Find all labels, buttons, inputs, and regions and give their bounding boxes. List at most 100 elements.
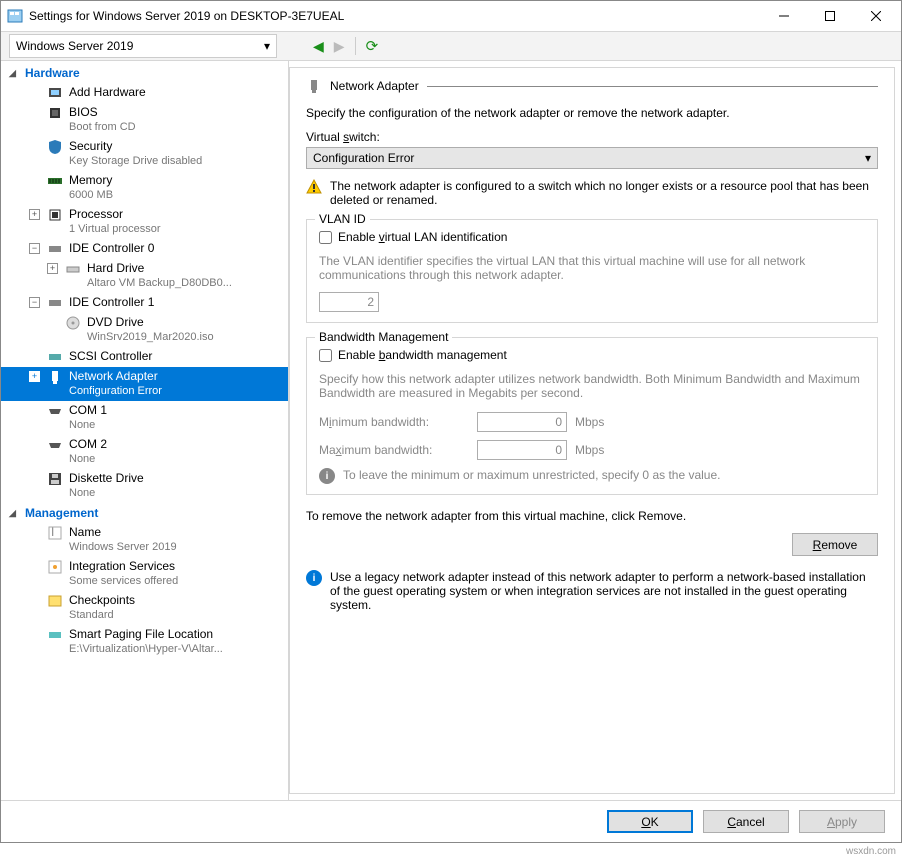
min-bw-label: Minimum bandwidth: [319, 415, 469, 429]
sidebar-item-security[interactable]: SecurityKey Storage Drive disabled [1, 137, 288, 171]
main-area: ◢ Hardware Add Hardware BIOSBoot from CD… [1, 61, 901, 800]
minimize-button[interactable] [761, 1, 807, 31]
bandwidth-groupbox: Bandwidth Management Enable bandwidth ma… [306, 337, 878, 495]
footer: OK Cancel Apply [1, 800, 901, 842]
panel-title: Network Adapter [306, 78, 878, 94]
hdd-icon [65, 261, 81, 277]
sidebar-item-com1[interactable]: COM 1None [1, 401, 288, 435]
sidebar-item-integration[interactable]: Integration ServicesSome services offere… [1, 557, 288, 591]
sidebar-item-ide1[interactable]: − IDE Controller 1 [1, 293, 288, 313]
chevron-down-icon: ▾ [264, 39, 270, 53]
collapse-icon: ◢ [9, 68, 16, 79]
scsi-icon [47, 349, 63, 365]
divider [427, 86, 878, 87]
close-button[interactable] [853, 1, 899, 31]
max-bw-label: Maximum bandwidth: [319, 443, 469, 457]
divider [355, 37, 356, 55]
add-hardware-icon [47, 85, 63, 101]
remove-text: To remove the network adapter from this … [306, 509, 878, 523]
memory-icon [47, 173, 63, 189]
virtual-switch-dropdown[interactable]: Configuration Error ▾ [306, 147, 878, 169]
cancel-button[interactable]: Cancel [703, 810, 789, 833]
sidebar-item-memory[interactable]: Memory6000 MB [1, 171, 288, 205]
sidebar-item-checkpoints[interactable]: CheckpointsStandard [1, 591, 288, 625]
window-title: Settings for Windows Server 2019 on DESK… [29, 9, 761, 23]
titlebar: Settings for Windows Server 2019 on DESK… [1, 1, 901, 31]
svg-text:I: I [51, 525, 54, 539]
vlan-title: VLAN ID [315, 212, 370, 226]
serial-icon [47, 403, 63, 419]
network-icon [47, 369, 63, 385]
paging-icon [47, 627, 63, 643]
expand-icon[interactable]: + [47, 263, 58, 274]
info-icon: i [306, 570, 322, 586]
unit-label: Mbps [575, 415, 604, 429]
min-bandwidth-input[interactable] [477, 412, 567, 432]
name-icon: I [47, 525, 63, 541]
remove-button[interactable]: Remove [792, 533, 878, 556]
collapse-icon[interactable]: − [29, 243, 40, 254]
bw-desc: Specify how this network adapter utilize… [319, 372, 865, 400]
sidebar-item-hard-drive[interactable]: + Hard DriveAltaro VM Backup_D80DB0... [1, 259, 288, 293]
collapse-icon: ◢ [9, 508, 16, 519]
management-section[interactable]: ◢ Management [1, 503, 288, 523]
content-panel: Network Adapter Specify the configuratio… [289, 67, 895, 794]
cpu-icon [47, 207, 63, 223]
sidebar-item-bios[interactable]: BIOSBoot from CD [1, 103, 288, 137]
vlan-checkbox-label: Enable virtual LAN identification [338, 230, 507, 244]
sidebar-item-name[interactable]: INameWindows Server 2019 [1, 523, 288, 557]
app-icon [7, 8, 23, 24]
sidebar[interactable]: ◢ Hardware Add Hardware BIOSBoot from CD… [1, 61, 289, 800]
refresh-icon[interactable]: ⟳ [366, 37, 379, 55]
expand-icon[interactable]: + [29, 371, 40, 382]
sidebar-item-network-adapter[interactable]: + Network AdapterConfiguration Error [1, 367, 288, 401]
shield-icon [47, 139, 63, 155]
sidebar-item-com2[interactable]: COM 2None [1, 435, 288, 469]
maximize-button[interactable] [807, 1, 853, 31]
apply-button[interactable]: Apply [799, 810, 885, 833]
vswitch-label: Virtual switch: [306, 130, 878, 144]
ok-button[interactable]: OK [607, 810, 693, 833]
info-icon: i [319, 468, 335, 484]
legacy-info: i Use a legacy network adapter instead o… [306, 570, 878, 612]
unit-label: Mbps [575, 443, 604, 457]
sidebar-item-ide0[interactable]: − IDE Controller 0 [1, 239, 288, 259]
chip-icon [47, 105, 63, 121]
sidebar-item-add-hardware[interactable]: Add Hardware [1, 83, 288, 103]
bandwidth-checkbox[interactable] [319, 349, 332, 362]
vlan-desc: The VLAN identifier specifies the virtua… [319, 254, 865, 282]
panel-description: Specify the configuration of the network… [306, 106, 878, 120]
integration-icon [47, 559, 63, 575]
sidebar-item-scsi[interactable]: SCSI Controller [1, 347, 288, 367]
vlan-groupbox: VLAN ID Enable virtual LAN identificatio… [306, 219, 878, 323]
bandwidth-checkbox-label: Enable bandwidth management [338, 348, 507, 362]
disc-icon [65, 315, 81, 331]
bw-title: Bandwidth Management [315, 330, 452, 344]
sidebar-item-paging[interactable]: Smart Paging File LocationE:\Virtualizat… [1, 625, 288, 659]
controller-icon [47, 241, 63, 257]
nav-back-icon[interactable]: ◀ [313, 38, 324, 55]
settings-window: Settings for Windows Server 2019 on DESK… [0, 0, 902, 843]
network-icon [306, 78, 322, 94]
watermark: wsxdn.com [846, 846, 896, 857]
sidebar-item-diskette[interactable]: Diskette DriveNone [1, 469, 288, 503]
floppy-icon [47, 471, 63, 487]
vlan-id-input[interactable] [319, 292, 379, 312]
nav-forward-icon[interactable]: ▶ [334, 38, 345, 55]
warning-icon [306, 179, 322, 195]
toolbar: Windows Server 2019 ▾ ◀ ▶ ⟳ [1, 31, 901, 61]
collapse-icon[interactable]: − [29, 297, 40, 308]
sidebar-item-processor[interactable]: + Processor1 Virtual processor [1, 205, 288, 239]
vlan-checkbox[interactable] [319, 231, 332, 244]
controller-icon [47, 295, 63, 311]
sidebar-item-dvd[interactable]: DVD DriveWinSrv2019_Mar2020.iso [1, 313, 288, 347]
expand-icon[interactable]: + [29, 209, 40, 220]
vm-selector-label: Windows Server 2019 [16, 39, 133, 53]
vm-selector[interactable]: Windows Server 2019 ▾ [9, 34, 277, 58]
checkpoint-icon [47, 593, 63, 609]
bw-hint: i To leave the minimum or maximum unrest… [319, 468, 865, 484]
max-bandwidth-input[interactable] [477, 440, 567, 460]
chevron-down-icon: ▾ [865, 151, 871, 165]
hardware-section[interactable]: ◢ Hardware [1, 63, 288, 83]
nav-controls: ◀ ▶ ⟳ [313, 37, 378, 55]
